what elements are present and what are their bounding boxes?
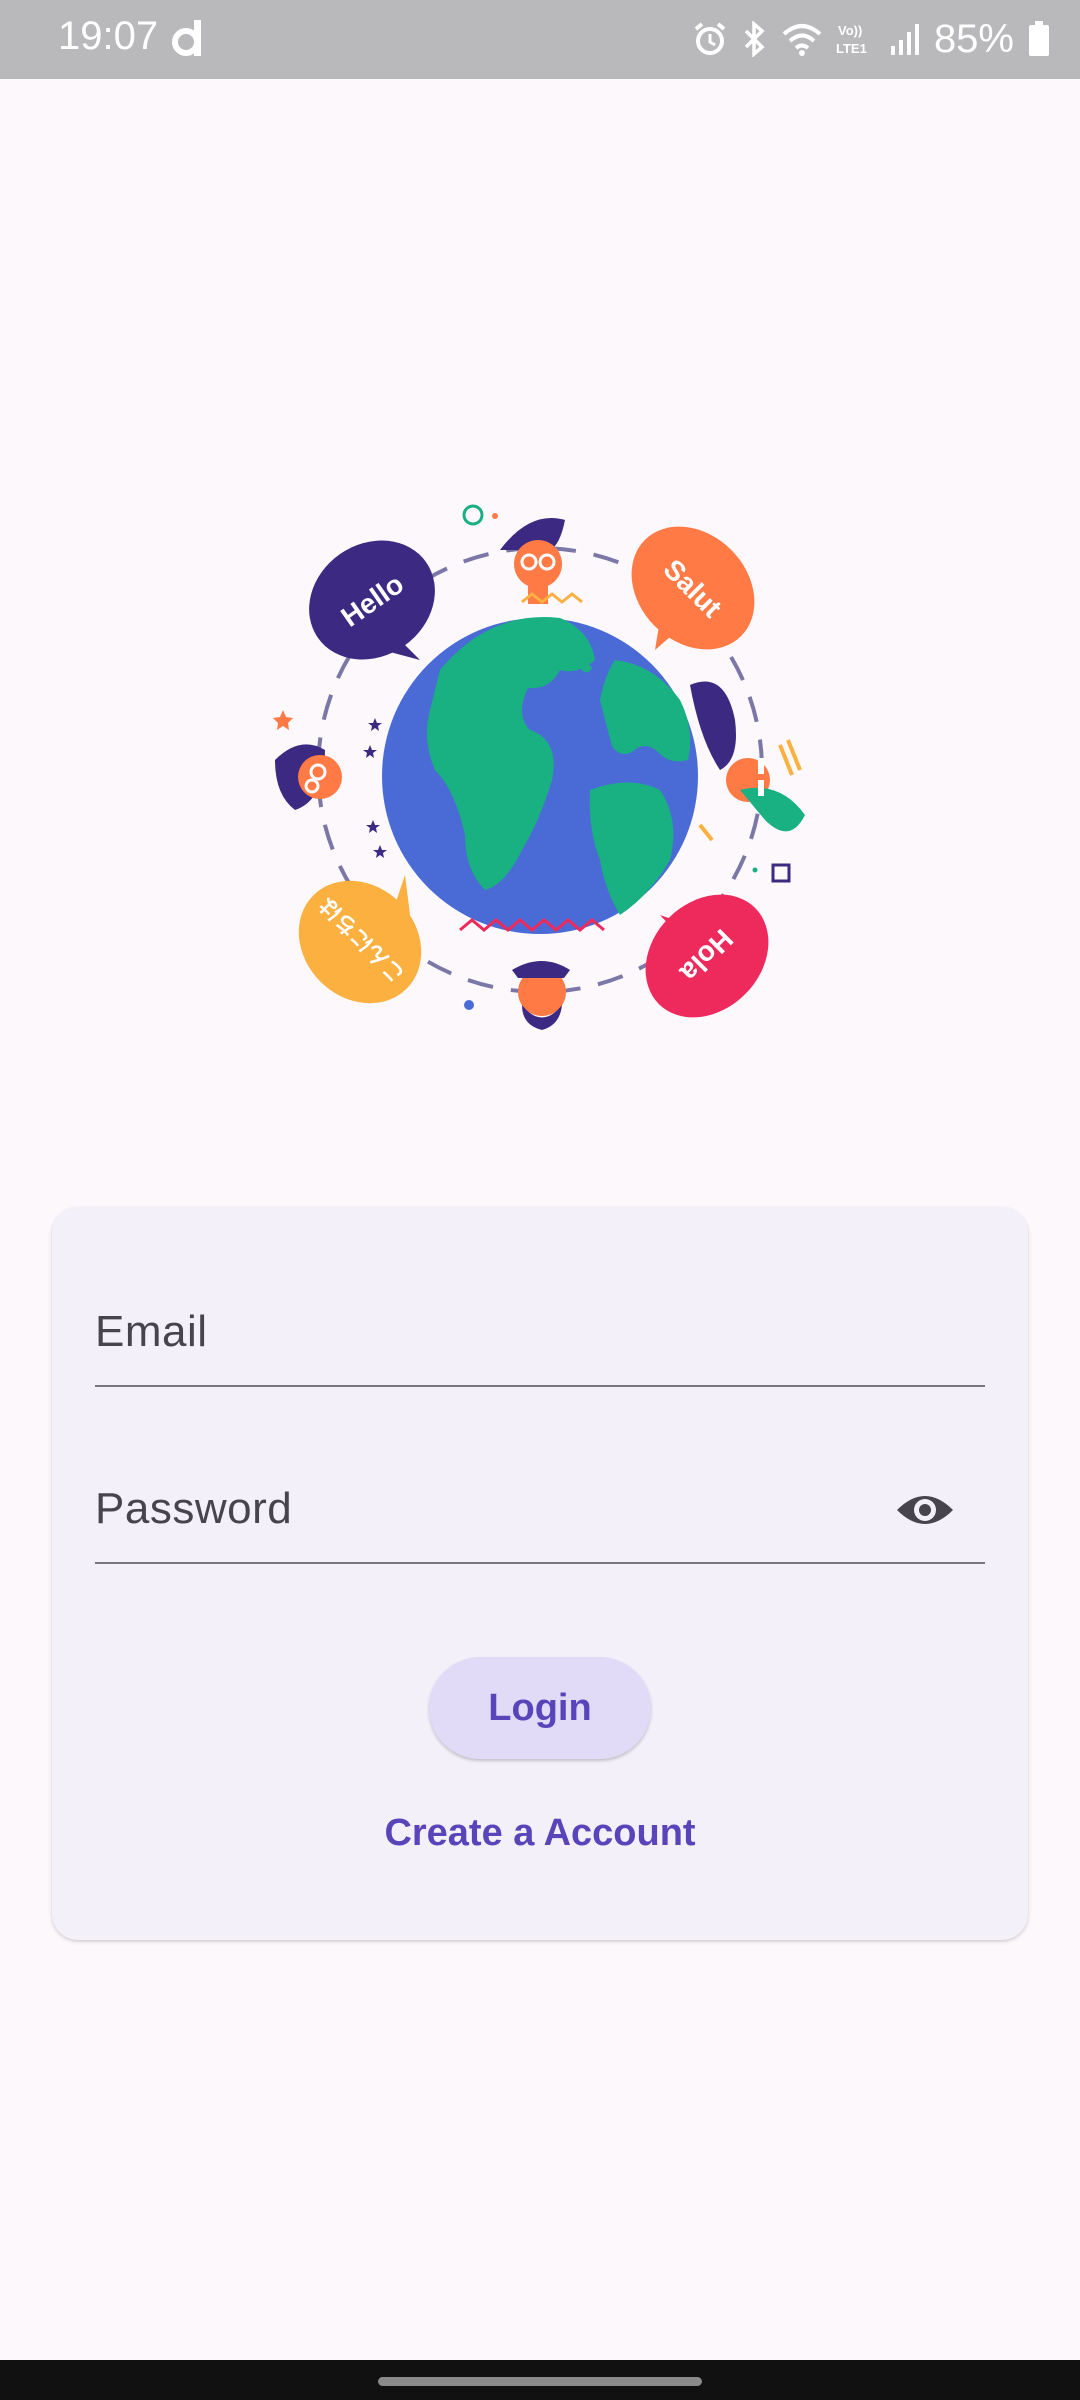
battery-icon [1029,21,1049,56]
svg-text:Vo)): Vo)) [838,23,862,38]
person-top-avatar [500,518,565,604]
password-underline [95,1562,985,1564]
email-input[interactable] [95,1287,859,1379]
password-input[interactable] [95,1464,859,1556]
hola-bubble: Hola [645,894,769,1018]
svg-text:LTE1: LTE1 [836,41,867,56]
hello-bubble: Hello [309,540,435,660]
login-card: Email Password Login Create a Account [52,1207,1028,1940]
signal-icon [890,24,919,55]
email-field[interactable]: Email [95,1267,985,1387]
password-field[interactable]: Password [95,1444,985,1564]
wifi-icon [782,24,822,56]
battery-percent: 85% [933,16,1014,61]
konnichiwa-bubble: こんにちは [298,875,422,1004]
status-bar: 19:07 Vo)) LTE1 85% [0,0,1080,79]
person-bottom-avatar [512,961,570,1030]
status-time: 19:07 [58,14,159,58]
visibility-toggle-icon[interactable] [895,1490,955,1530]
person-left-avatar [275,744,342,810]
status-icons: Vo)) LTE1 85% [692,14,1050,64]
navigation-bar [0,2360,1080,2400]
volte-icon: Vo)) LTE1 [836,23,867,56]
home-gesture-handle[interactable] [378,2377,702,2386]
bluetooth-icon [744,21,765,57]
alarm-icon [694,22,726,55]
globe-illustration: Hello Salut Hola こんにちは [273,504,805,1030]
person-right-avatar [690,681,805,832]
create-account-link[interactable]: Create a Account [52,1812,1028,1855]
login-button[interactable]: Login [429,1657,651,1759]
email-underline [95,1385,985,1387]
app-notification-icon [172,20,201,56]
